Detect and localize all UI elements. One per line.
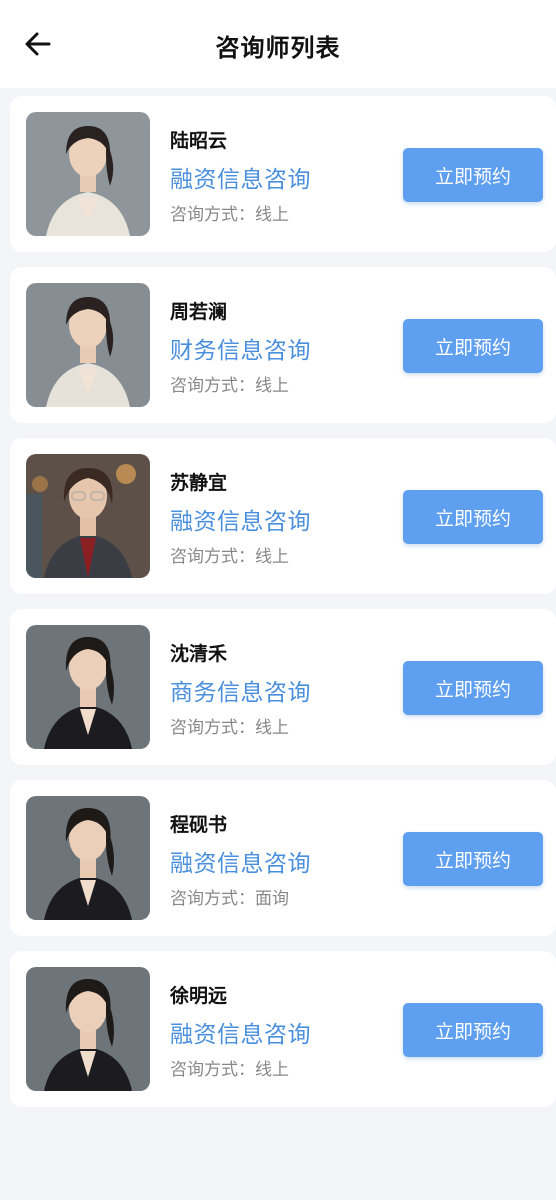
top-bar: 咨询师列表 [0,0,556,88]
consultation-method: 咨询方式：线上 [170,205,289,225]
consultant-photo [26,454,150,578]
consultant-name: 徐明远 [170,985,228,1007]
consultation-type: 融资信息咨询 [170,1022,311,1048]
consultant-list: 陆昭云 融资信息咨询 咨询方式：线上 立即预约 周若澜 财务信息咨询 咨询方式：… [10,96,556,1122]
consultant-card[interactable]: 周若澜 财务信息咨询 咨询方式：线上 立即预约 [10,267,556,423]
consultant-photo [26,796,150,920]
book-now-button[interactable]: 立即预约 [403,832,543,886]
consultant-photo [26,625,150,749]
consultation-method: 咨询方式：面询 [170,889,289,909]
book-now-button[interactable]: 立即预约 [403,148,543,202]
book-now-button[interactable]: 立即预约 [403,490,543,544]
consultant-photo [26,967,150,1091]
consultation-method: 咨询方式：线上 [170,718,289,738]
book-now-button[interactable]: 立即预约 [403,661,543,715]
consultant-card[interactable]: 陆昭云 融资信息咨询 咨询方式：线上 立即预约 [10,96,556,252]
consultant-card[interactable]: 程砚书 融资信息咨询 咨询方式：面询 立即预约 [10,780,556,936]
consultant-card[interactable]: 徐明远 融资信息咨询 咨询方式：线上 立即预约 [10,951,556,1107]
consultant-name: 沈清禾 [170,643,228,665]
consultation-method: 咨询方式：线上 [170,547,289,567]
page-title: 咨询师列表 [215,34,341,62]
consultant-photo [26,112,150,236]
consultant-name: 周若澜 [170,301,228,323]
book-now-button[interactable]: 立即预约 [403,319,543,373]
consultation-method: 咨询方式：线上 [170,376,289,396]
consultant-photo [26,283,150,407]
consultant-name: 陆昭云 [170,130,228,152]
consultation-type: 融资信息咨询 [170,167,311,193]
consultation-type: 融资信息咨询 [170,851,311,877]
consultation-type: 商务信息咨询 [170,680,311,706]
consultant-card[interactable]: 沈清禾 商务信息咨询 咨询方式：线上 立即预约 [10,609,556,765]
consultant-name: 苏静宜 [170,472,228,494]
book-now-button[interactable]: 立即预约 [403,1003,543,1057]
consultation-type: 融资信息咨询 [170,509,311,535]
consultant-name: 程砚书 [170,814,228,836]
consultation-method: 咨询方式：线上 [170,1060,289,1080]
consultation-type: 财务信息咨询 [170,338,311,364]
consultant-card[interactable]: 苏静宜 融资信息咨询 咨询方式：线上 立即预约 [10,438,556,594]
